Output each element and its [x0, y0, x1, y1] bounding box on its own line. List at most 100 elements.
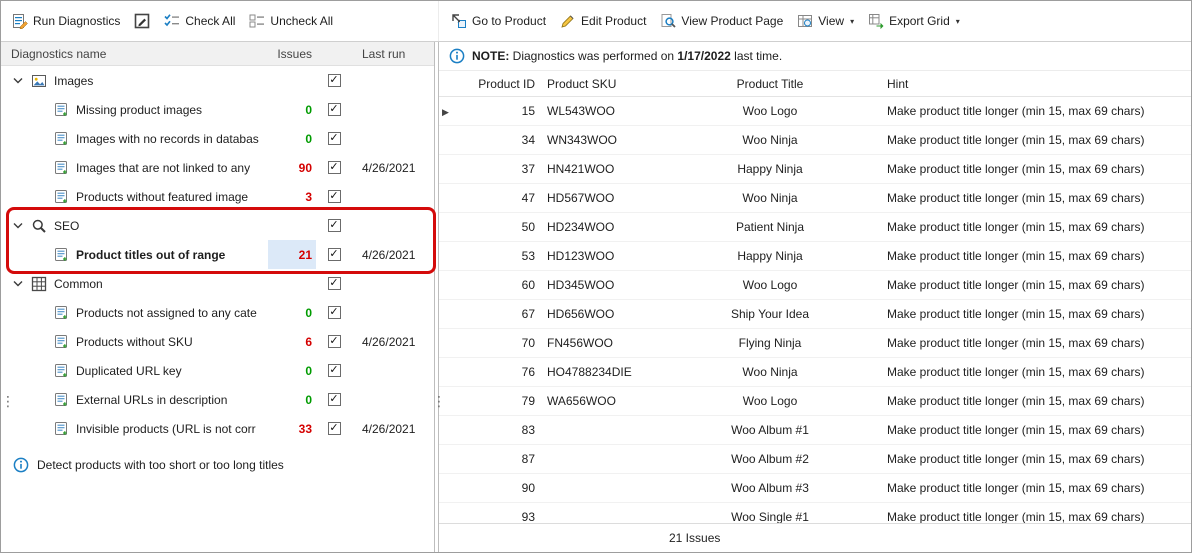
column-header-product-id[interactable]: Product ID: [455, 77, 535, 91]
item-checkbox[interactable]: ✓: [328, 364, 341, 377]
main-area: Diagnostics name Issues Last run Images✓…: [1, 42, 1191, 552]
item-checkbox[interactable]: ✓: [328, 103, 341, 116]
cell-product-sku: WN343WOO: [535, 133, 665, 147]
uncheck-all-icon: [249, 13, 265, 29]
table-row[interactable]: 76HO4788234DIEWoo NinjaMake product titl…: [439, 358, 1191, 387]
table-row[interactable]: 37HN421WOOHappy NinjaMake product title …: [439, 155, 1191, 184]
item-checkbox[interactable]: ✓: [328, 422, 341, 435]
cell-product-sku: HD123WOO: [535, 249, 665, 263]
item-checkbox[interactable]: ✓: [328, 306, 341, 319]
splitter-grip[interactable]: ⋮: [432, 396, 446, 406]
item-checkbox[interactable]: ✓: [328, 335, 341, 348]
diagnostic-item[interactable]: Missing product images0✓: [1, 95, 434, 124]
column-header-hint[interactable]: Hint: [875, 77, 1191, 91]
cell-product-title: Woo Logo: [665, 394, 875, 408]
tree-group-images[interactable]: Images✓: [1, 66, 434, 95]
cell-product-title: Woo Logo: [665, 104, 875, 118]
cell-product-sku: HD234WOO: [535, 220, 665, 234]
last-run: 4/26/2021: [352, 248, 434, 262]
diagnostic-item[interactable]: Products without SKU6✓4/26/2021: [1, 327, 434, 356]
diagnostic-item-icon: [53, 363, 69, 379]
diagnostic-item[interactable]: External URLs in description0✓: [1, 385, 434, 414]
left-edge-grip[interactable]: ⋮: [1, 396, 15, 406]
column-header-issues[interactable]: Issues: [268, 47, 316, 61]
diagnostics-window: Run Diagnostics Check All Uncheck All: [0, 0, 1192, 553]
uncheck-all-button[interactable]: Uncheck All: [243, 8, 339, 34]
common-group-icon: [31, 276, 47, 292]
cell-product-title: Patient Ninja: [665, 220, 875, 234]
item-checkbox[interactable]: ✓: [328, 161, 341, 174]
table-row[interactable]: 79WA656WOOWoo LogoMake product title lon…: [439, 387, 1191, 416]
item-checkbox[interactable]: ✓: [328, 393, 341, 406]
table-row[interactable]: 93Woo Single #1Make product title longer…: [439, 503, 1191, 523]
table-row[interactable]: 47HD567WOOWoo NinjaMake product title lo…: [439, 184, 1191, 213]
column-header-last-run[interactable]: Last run: [352, 47, 434, 61]
diagnostic-item[interactable]: Products without featured image3✓: [1, 182, 434, 211]
view-product-page-button[interactable]: View Product Page: [654, 8, 789, 34]
chevron-down-icon[interactable]: [13, 280, 24, 287]
table-row[interactable]: 60HD345WOOWoo LogoMake product title lon…: [439, 271, 1191, 300]
table-row[interactable]: 67HD656WOOShip Your IdeaMake product tit…: [439, 300, 1191, 329]
cell-hint: Make product title longer (min 15, max 6…: [875, 104, 1191, 118]
item-checkbox[interactable]: ✓: [328, 248, 341, 261]
edit-product-label: Edit Product: [581, 14, 646, 28]
go-to-product-button[interactable]: Go to Product: [445, 8, 552, 34]
run-diagnostics-button[interactable]: Run Diagnostics: [6, 8, 126, 34]
table-row[interactable]: 83Woo Album #1Make product title longer …: [439, 416, 1191, 445]
cell-product-id: 90: [455, 481, 535, 495]
chevron-down-icon[interactable]: [13, 222, 24, 229]
cell-product-id: 60: [455, 278, 535, 292]
cell-product-sku: WA656WOO: [535, 394, 665, 408]
view-dropdown-button[interactable]: View ▾: [791, 8, 860, 34]
diagnostic-item[interactable]: Images that are not linked to any90✓4/26…: [1, 153, 434, 182]
table-row[interactable]: ▶15WL543WOOWoo LogoMake product title lo…: [439, 97, 1191, 126]
cell-hint: Make product title longer (min 15, max 6…: [875, 452, 1191, 466]
cell-hint: Make product title longer (min 15, max 6…: [875, 220, 1191, 234]
chevron-down-icon[interactable]: [13, 77, 24, 84]
diagnostic-item[interactable]: Images with no records in databas0✓: [1, 124, 434, 153]
cell-hint: Make product title longer (min 15, max 6…: [875, 481, 1191, 495]
table-row[interactable]: 50HD234WOOPatient NinjaMake product titl…: [439, 213, 1191, 242]
export-grid-dropdown-button[interactable]: Export Grid ▾: [862, 8, 966, 34]
panel-splitter[interactable]: ⋮: [435, 42, 438, 552]
cell-hint: Make product title longer (min 15, max 6…: [875, 394, 1191, 408]
cell-product-title: Woo Ninja: [665, 191, 875, 205]
row-marker-cell: ▶: [439, 104, 455, 118]
diagnostics-column-headers: Diagnostics name Issues Last run: [1, 42, 434, 66]
table-row[interactable]: 87Woo Album #2Make product title longer …: [439, 445, 1191, 474]
pencil-square-button[interactable]: [128, 8, 156, 34]
current-row-arrow-icon: ▶: [439, 107, 449, 117]
cell-hint: Make product title longer (min 15, max 6…: [875, 510, 1191, 523]
cell-product-title: Happy Ninja: [665, 249, 875, 263]
diagnostic-item-icon: [53, 392, 69, 408]
cell-hint: Make product title longer (min 15, max 6…: [875, 278, 1191, 292]
group-checkbox[interactable]: ✓: [328, 74, 341, 87]
diagnostic-label: Products not assigned to any cate: [76, 306, 257, 320]
cell-product-id: 34: [455, 133, 535, 147]
tree-group-seo[interactable]: SEO✓: [1, 211, 434, 240]
cell-product-title: Woo Ninja: [665, 365, 875, 379]
cell-product-title: Ship Your Idea: [665, 307, 875, 321]
diagnostic-item[interactable]: Invisible products (URL is not corr33✓4/…: [1, 414, 434, 443]
diagnostic-item[interactable]: Products not assigned to any cate0✓: [1, 298, 434, 327]
cell-product-sku: WL543WOO: [535, 104, 665, 118]
diagnostic-item[interactable]: Product titles out of range21✓4/26/2021: [1, 240, 434, 269]
group-checkbox[interactable]: ✓: [328, 277, 341, 290]
table-row[interactable]: 53HD123WOOHappy NinjaMake product title …: [439, 242, 1191, 271]
column-header-product-sku[interactable]: Product SKU: [535, 77, 665, 91]
table-row[interactable]: 34WN343WOOWoo NinjaMake product title lo…: [439, 126, 1191, 155]
item-checkbox[interactable]: ✓: [328, 132, 341, 145]
edit-product-button[interactable]: Edit Product: [554, 8, 652, 34]
column-header-product-title[interactable]: Product Title: [665, 77, 875, 91]
group-checkbox[interactable]: ✓: [328, 219, 341, 232]
tree-group-common[interactable]: Common✓: [1, 269, 434, 298]
cell-hint: Make product title longer (min 15, max 6…: [875, 133, 1191, 147]
column-header-diagnostics-name[interactable]: Diagnostics name: [1, 47, 268, 61]
table-row[interactable]: 70FN456WOOFlying NinjaMake product title…: [439, 329, 1191, 358]
note-text: NOTE: Diagnostics was performed on 1/17/…: [472, 49, 782, 63]
check-all-button[interactable]: Check All: [158, 8, 241, 34]
cell-product-title: Woo Logo: [665, 278, 875, 292]
diagnostic-item[interactable]: Duplicated URL key0✓: [1, 356, 434, 385]
table-row[interactable]: 90Woo Album #3Make product title longer …: [439, 474, 1191, 503]
item-checkbox[interactable]: ✓: [328, 190, 341, 203]
